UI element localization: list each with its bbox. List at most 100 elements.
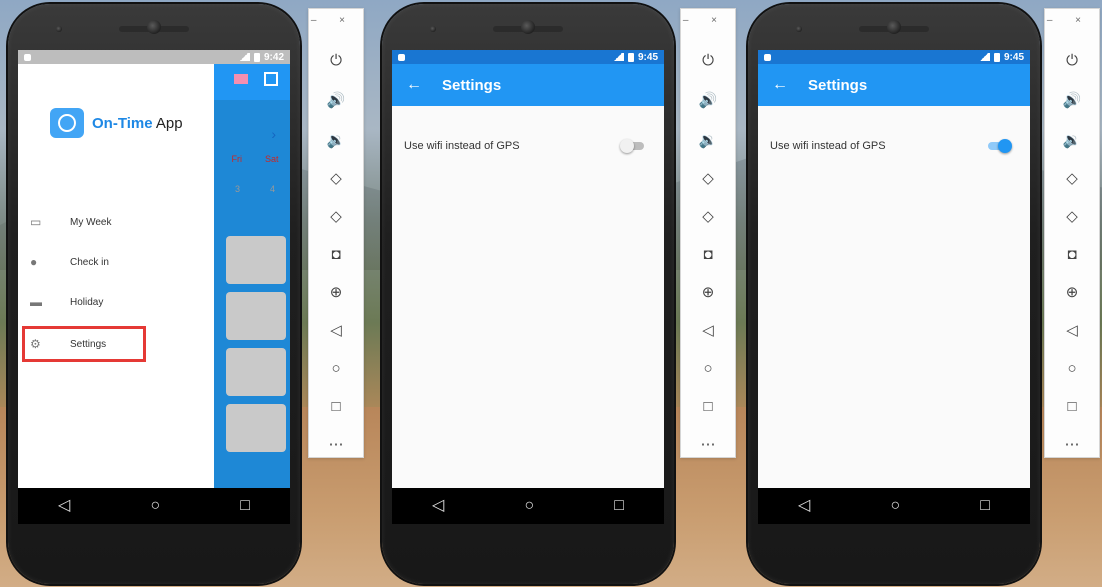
- setting-row-wifi[interactable]: Use wifi instead of GPS: [392, 134, 664, 158]
- settings-highlight-box: [22, 326, 146, 362]
- schedule-card[interactable]: [226, 348, 286, 396]
- nav-back-icon[interactable]: ◁: [58, 498, 70, 514]
- nav-back-icon[interactable]: ◁: [798, 498, 810, 514]
- front-camera: [887, 20, 901, 34]
- back-arrow-icon[interactable]: ←: [406, 76, 442, 94]
- volume-down-icon[interactable]: 🔉: [309, 127, 363, 153]
- schedule-card[interactable]: [226, 292, 286, 340]
- signal-icon: [977, 53, 990, 61]
- camera-icon[interactable]: ◘: [681, 241, 735, 267]
- schedule-card[interactable]: [226, 404, 286, 452]
- setting-label: Use wifi instead of GPS: [404, 140, 520, 152]
- home-icon[interactable]: ○: [1045, 355, 1099, 381]
- camera-icon[interactable]: ◘: [1045, 241, 1099, 267]
- overview-icon[interactable]: □: [681, 393, 735, 419]
- overview-icon[interactable]: □: [1045, 393, 1099, 419]
- screen-2: 9:45 ← Settings Use wifi instead of GPS: [392, 50, 664, 520]
- back-arrow-icon[interactable]: ←: [772, 76, 808, 94]
- signal-icon: [237, 53, 250, 61]
- clock: 9:45: [1003, 51, 1024, 63]
- phone-frame-1: › Fri Sat 3 4 9:42 On-Time App ▭ My Week…: [8, 4, 300, 584]
- navigation-drawer: On-Time App ▭ My Week ● Check in ▬ Holid…: [18, 64, 214, 520]
- window-controls[interactable]: – ×: [311, 15, 355, 26]
- home-icon[interactable]: ○: [309, 355, 363, 381]
- notification-icon: [764, 53, 771, 61]
- nav-back-icon[interactable]: ◁: [432, 498, 444, 514]
- phone-frame-3: 9:45 ← Settings Use wifi instead of GPS …: [748, 4, 1040, 584]
- status-bar: 9:45: [392, 50, 664, 64]
- menu-item-holiday[interactable]: ▬ Holiday: [18, 286, 214, 318]
- chevron-right-icon[interactable]: ›: [271, 126, 276, 142]
- power-icon[interactable]: ⏻: [681, 47, 735, 73]
- overview-icon[interactable]: □: [309, 393, 363, 419]
- front-camera: [521, 20, 535, 34]
- clock: 9:42: [263, 51, 284, 63]
- menu-item-my-week[interactable]: ▭ My Week: [18, 206, 214, 238]
- rotate-left-icon[interactable]: ◇: [309, 165, 363, 191]
- phone-frame-2: 9:45 ← Settings Use wifi instead of GPS …: [382, 4, 674, 584]
- status-right: 9:45: [977, 51, 1024, 63]
- proximity-sensor: [796, 26, 802, 32]
- wifi-toggle[interactable]: [986, 139, 1012, 153]
- volume-up-icon[interactable]: 🔊: [1045, 87, 1099, 113]
- more-icon[interactable]: ⋯: [309, 431, 363, 457]
- app-name-brand: On-Time: [92, 114, 153, 132]
- wifi-toggle[interactable]: [620, 139, 646, 153]
- volume-up-icon[interactable]: 🔊: [309, 87, 363, 113]
- back-icon[interactable]: ◁: [681, 317, 735, 343]
- status-bar: 9:42: [18, 50, 290, 64]
- calendar-date: 3: [234, 184, 240, 194]
- zoom-icon[interactable]: ⊕: [681, 279, 735, 305]
- app-name-suffix: App: [152, 114, 183, 132]
- zoom-icon[interactable]: ⊕: [1045, 279, 1099, 305]
- window-controls[interactable]: – ×: [683, 15, 727, 26]
- nav-overview-icon[interactable]: □: [614, 498, 624, 514]
- system-nav-bar: ◁ ○ □: [758, 488, 1030, 524]
- rotate-right-icon[interactable]: ◇: [681, 203, 735, 229]
- nav-home-icon[interactable]: ○: [150, 498, 160, 514]
- rotate-right-icon[interactable]: ◇: [309, 203, 363, 229]
- menu-item-label: Holiday: [70, 296, 104, 308]
- clock: 9:45: [637, 51, 658, 63]
- emulator-toolbar-3: – × ⏻ 🔊 🔉 ◇ ◇ ◘ ⊕ ◁ ○ □ ⋯: [1044, 8, 1100, 458]
- back-icon[interactable]: ◁: [309, 317, 363, 343]
- nav-home-icon[interactable]: ○: [524, 498, 534, 514]
- calendar-day-headers: Fri Sat: [220, 154, 290, 164]
- logout-icon[interactable]: [264, 72, 278, 86]
- notification-icon: [24, 53, 31, 61]
- zoom-icon[interactable]: ⊕: [309, 279, 363, 305]
- screen-1: › Fri Sat 3 4 9:42 On-Time App ▭ My Week…: [18, 50, 290, 520]
- more-icon[interactable]: ⋯: [681, 431, 735, 457]
- calendar-dates: 3 4: [220, 184, 290, 194]
- menu-item-check-in[interactable]: ● Check in: [18, 246, 214, 278]
- window-controls[interactable]: – ×: [1047, 15, 1091, 26]
- more-icon[interactable]: ⋯: [1045, 431, 1099, 457]
- battery-icon: [993, 52, 1000, 62]
- power-icon[interactable]: ⏻: [1045, 47, 1099, 73]
- front-camera: [147, 20, 161, 34]
- menu-item-label: Check in: [70, 256, 109, 268]
- schedule-card[interactable]: [226, 236, 286, 284]
- volume-up-icon[interactable]: 🔊: [681, 87, 735, 113]
- setting-row-wifi[interactable]: Use wifi instead of GPS: [758, 134, 1030, 158]
- rotate-left-icon[interactable]: ◇: [1045, 165, 1099, 191]
- rotate-right-icon[interactable]: ◇: [1045, 203, 1099, 229]
- rotate-left-icon[interactable]: ◇: [681, 165, 735, 191]
- back-icon[interactable]: ◁: [1045, 317, 1099, 343]
- nav-home-icon[interactable]: ○: [890, 498, 900, 514]
- volume-down-icon[interactable]: 🔉: [1045, 127, 1099, 153]
- app-bar: ← Settings: [758, 64, 1030, 106]
- location-pin-icon: ●: [30, 255, 38, 269]
- screen-3: 9:45 ← Settings Use wifi instead of GPS: [758, 50, 1030, 520]
- mail-icon[interactable]: [234, 74, 248, 84]
- power-icon[interactable]: ⏻: [309, 47, 363, 73]
- app-bar: ← Settings: [392, 64, 664, 106]
- volume-down-icon[interactable]: 🔉: [681, 127, 735, 153]
- emulator-toolbar-2: – × ⏻ 🔊 🔉 ◇ ◇ ◘ ⊕ ◁ ○ □ ⋯: [680, 8, 736, 458]
- home-icon[interactable]: ○: [681, 355, 735, 381]
- nav-overview-icon[interactable]: □: [980, 498, 990, 514]
- status-right: 9:42: [237, 51, 284, 63]
- camera-icon[interactable]: ◘: [309, 241, 363, 267]
- page-title: Settings: [808, 76, 868, 94]
- nav-overview-icon[interactable]: □: [240, 498, 250, 514]
